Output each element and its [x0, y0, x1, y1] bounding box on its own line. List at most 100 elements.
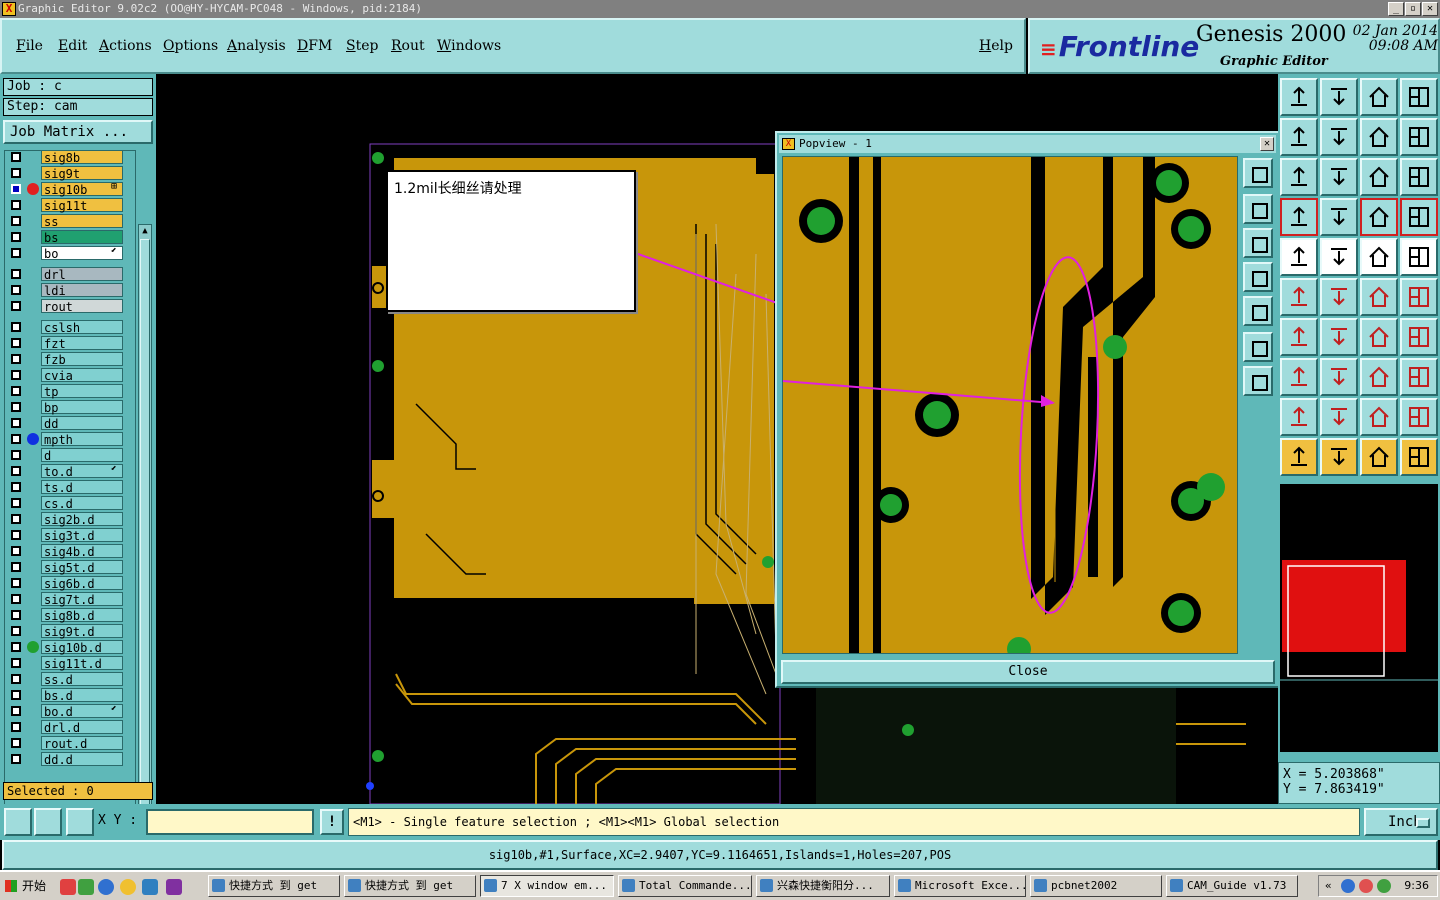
select-arrow-icon[interactable]: [1280, 438, 1318, 476]
minimap[interactable]: [1280, 484, 1438, 752]
layer-row[interactable]: sig8b.d: [5, 607, 135, 623]
popview-zoom-view[interactable]: [782, 156, 1238, 654]
taskbar-task[interactable]: 7 X window em...: [480, 875, 614, 897]
layer-list-scrollbar[interactable]: ▲ ▼: [138, 224, 152, 852]
popview-tool-pan-down-icon[interactable]: [1243, 228, 1273, 258]
layer-row[interactable]: dd.d: [5, 751, 135, 767]
house-icon[interactable]: [1360, 78, 1398, 116]
layer-row[interactable]: ts.d: [5, 479, 135, 495]
route-icon[interactable]: [1400, 438, 1438, 476]
layer-row[interactable]: mpth: [5, 431, 135, 447]
zoom-fit-icon[interactable]: [1280, 158, 1318, 196]
taskbar-task[interactable]: 快捷方式 到 get: [344, 875, 476, 897]
layer-row[interactable]: ldi: [5, 282, 135, 298]
layer-checkbox[interactable]: [11, 301, 21, 311]
layer-checkbox[interactable]: [11, 674, 21, 684]
close-window-button[interactable]: ✕: [1422, 2, 1438, 16]
layer-checkbox[interactable]: [11, 514, 21, 524]
popview-close-icon[interactable]: ✕: [1260, 137, 1274, 151]
angle-icon[interactable]: [1280, 318, 1318, 356]
layer-row[interactable]: to.d ⬋: [5, 463, 135, 479]
job-matrix-button[interactable]: Job Matrix ...: [3, 120, 153, 144]
layers-icon[interactable]: [1400, 358, 1438, 396]
layer-name[interactable]: ss: [41, 214, 123, 229]
layer-name[interactable]: ldi: [41, 283, 123, 298]
layer-name[interactable]: fzt: [41, 336, 123, 351]
slash-icon[interactable]: [1320, 318, 1358, 356]
connect-icon[interactable]: [1280, 278, 1318, 316]
select-arrow-icon[interactable]: [1360, 438, 1398, 476]
menu-actions[interactable]: Actions: [99, 38, 152, 54]
swap-icon[interactable]: [1360, 118, 1398, 156]
popview-tool-center-icon[interactable]: [1243, 366, 1273, 396]
tray-chevron-icon[interactable]: «: [1325, 876, 1332, 896]
layer-checkbox[interactable]: [11, 642, 21, 652]
select-arrow-icon[interactable]: [1320, 438, 1358, 476]
settings-icon[interactable]: [1280, 198, 1318, 236]
layer-name[interactable]: rout.d: [41, 736, 123, 751]
layer-name[interactable]: sig6b.d: [41, 576, 123, 591]
layer-checkbox[interactable]: [11, 482, 21, 492]
popview-tool-pan-right-icon[interactable]: [1243, 296, 1273, 326]
netlist-icon[interactable]: [1360, 198, 1398, 236]
layer-row[interactable]: bo.d ⬋: [5, 703, 135, 719]
layer-checkbox[interactable]: [11, 418, 21, 428]
start-button[interactable]: 开始: [2, 875, 50, 897]
text-f-icon[interactable]: [1400, 318, 1438, 356]
popview-tool-fit-icon[interactable]: [1243, 332, 1273, 362]
layer-out-icon[interactable]: [1320, 118, 1358, 156]
taskbar-task[interactable]: 快捷方式 到 get: [208, 875, 340, 897]
layer-name[interactable]: mpth: [41, 432, 123, 447]
triangle-wave-icon[interactable]: [1400, 398, 1438, 436]
layer-checkbox[interactable]: [11, 200, 21, 210]
tray-icon[interactable]: [1359, 879, 1373, 893]
layer-name[interactable]: sig9t: [41, 166, 123, 181]
home-down-icon[interactable]: [1320, 78, 1358, 116]
menu-windows[interactable]: Windows: [437, 38, 501, 54]
triangle-bridge-icon[interactable]: [1360, 398, 1398, 436]
layer-row[interactable]: ss.d: [5, 671, 135, 687]
menu-step[interactable]: Step: [346, 38, 378, 54]
layer-checkbox[interactable]: [11, 626, 21, 636]
layer-checkbox[interactable]: [11, 434, 21, 444]
layer-checkbox[interactable]: [11, 658, 21, 668]
layer-name[interactable]: sig7t.d: [41, 592, 123, 607]
layer-name[interactable]: ts.d: [41, 480, 123, 495]
pointer-icon[interactable]: [1280, 238, 1318, 276]
minimize-button[interactable]: _: [1388, 2, 1404, 16]
edit-shape-icon[interactable]: [1320, 238, 1358, 276]
layer-row[interactable]: sig7t.d: [5, 591, 135, 607]
layer-checkbox[interactable]: [11, 690, 21, 700]
layer-checkbox[interactable]: [11, 498, 21, 508]
layer-row[interactable]: sig2b.d: [5, 511, 135, 527]
netlist-red-icon[interactable]: [1400, 198, 1438, 236]
pan-center-icon[interactable]: [1320, 158, 1358, 196]
layer-checkbox[interactable]: [11, 450, 21, 460]
layer-row[interactable]: sig6b.d: [5, 575, 135, 591]
line-icon[interactable]: [1360, 278, 1398, 316]
layer-checkbox[interactable]: [11, 722, 21, 732]
layer-row[interactable]: cslsh: [5, 319, 135, 335]
layer-row[interactable]: bo ⬋: [5, 245, 135, 261]
menu-file[interactable]: File: [16, 38, 43, 54]
layer-row[interactable]: fzb: [5, 351, 135, 367]
layer-in-icon[interactable]: [1280, 118, 1318, 156]
minus-icon[interactable]: [1320, 358, 1358, 396]
layer-checkbox[interactable]: [11, 354, 21, 364]
layer-name[interactable]: sig10b.d: [41, 640, 123, 655]
layer-row[interactable]: drl: [5, 266, 135, 282]
cross-icon[interactable]: [1320, 278, 1358, 316]
layer-checkbox[interactable]: [11, 754, 21, 764]
dotted-frame-icon[interactable]: [1400, 238, 1438, 276]
popview-tool-zoom-icon[interactable]: [1243, 158, 1273, 188]
scale-1-2-icon[interactable]: [1360, 158, 1398, 196]
layer-checkbox[interactable]: [11, 546, 21, 556]
layer-checkbox[interactable]: [11, 232, 21, 242]
taskbar-task[interactable]: CAM_Guide v1.73: [1166, 875, 1298, 897]
scroll-thumb[interactable]: [140, 239, 150, 839]
layer-row[interactable]: cvia: [5, 367, 135, 383]
layer-name[interactable]: cs.d: [41, 496, 123, 511]
layer-name[interactable]: dd.d: [41, 752, 123, 767]
xwin-icon[interactable]: [166, 879, 182, 895]
layer-name[interactable]: sig11t: [41, 198, 123, 213]
